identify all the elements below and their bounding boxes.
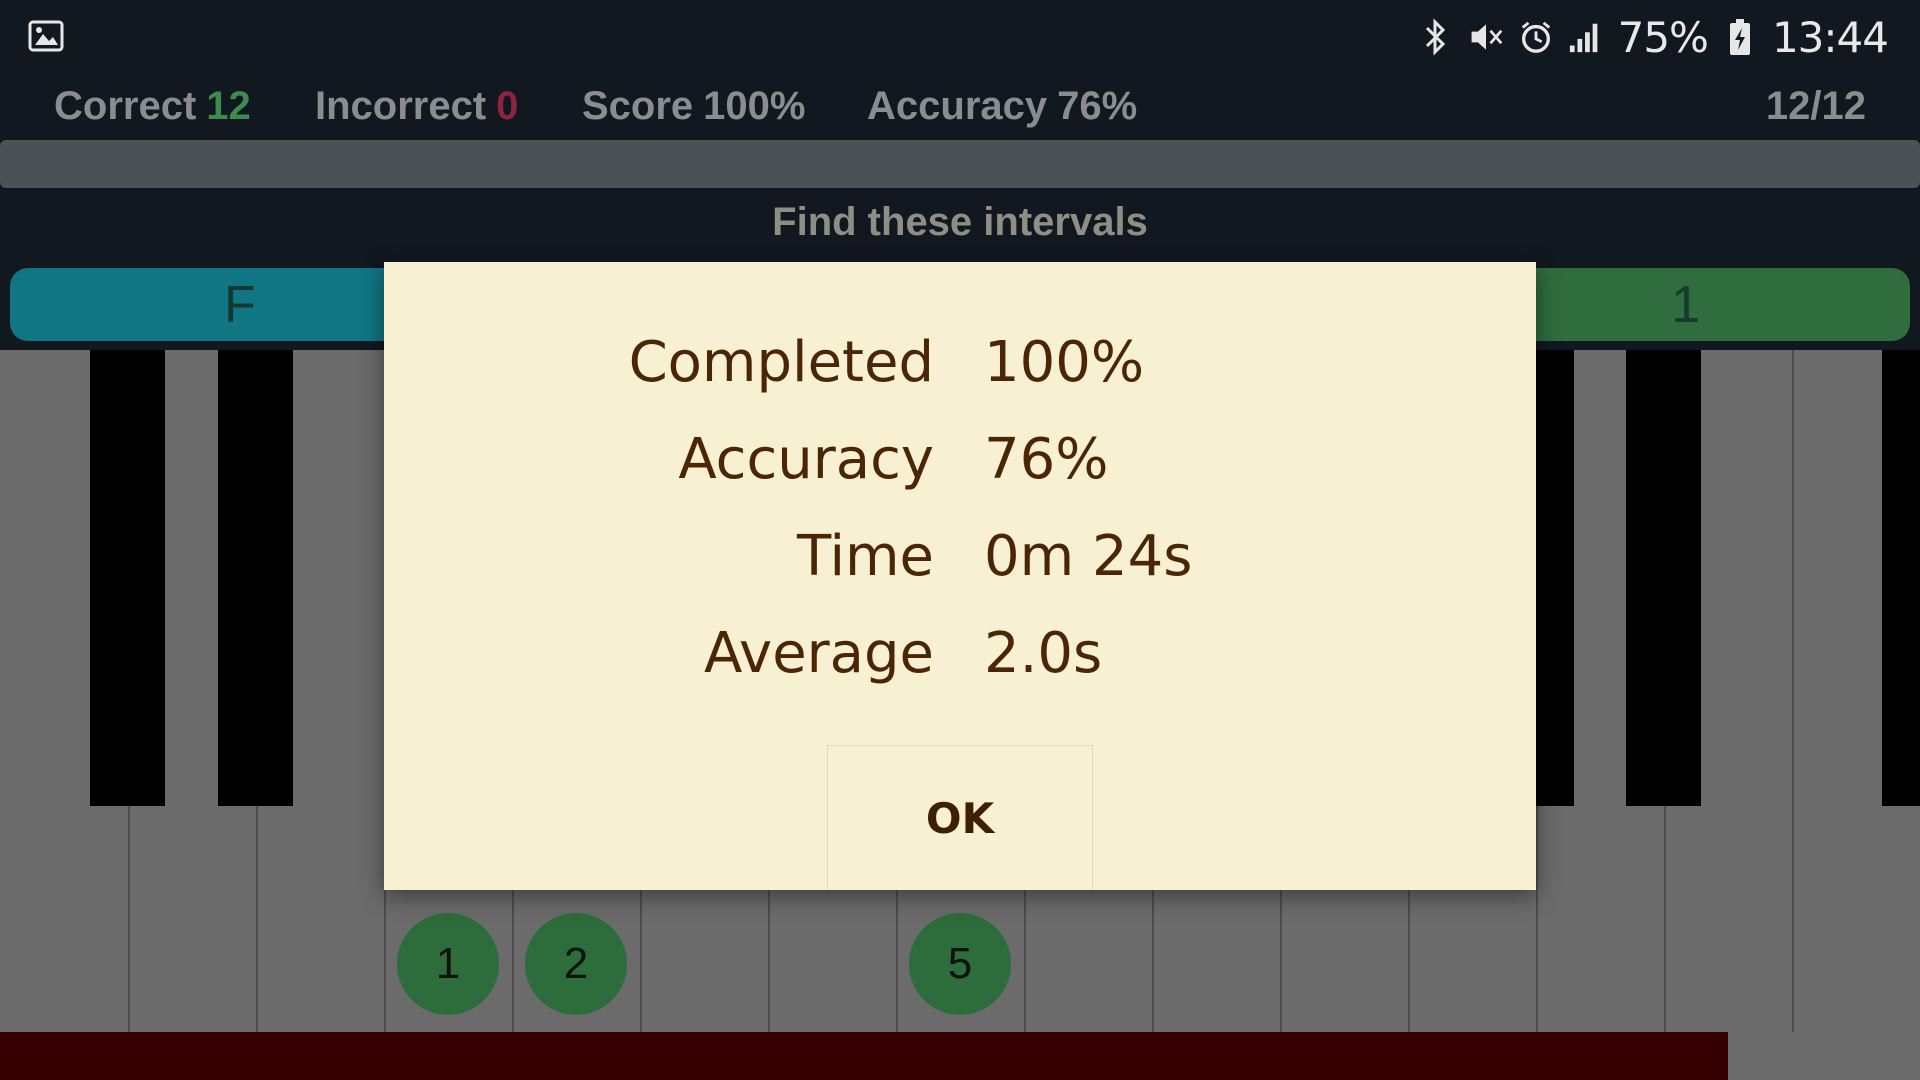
bottom-progress-bar xyxy=(0,1032,1920,1080)
interval-label: 1 xyxy=(1671,275,1700,334)
clock-time: 13:44 xyxy=(1771,12,1889,62)
status-right-group: 75% 13:44 xyxy=(1418,12,1889,62)
average-label: Average xyxy=(704,621,934,686)
results-dialog: Completed 100% Accuracy 76% Time 0m 24s … xyxy=(384,262,1536,890)
stats-row: Correct 12 Incorrect 0 Score 100% Accuracy 7… xyxy=(0,78,1920,140)
correct-label: Correct xyxy=(54,84,197,128)
time-value: 0m 24s xyxy=(984,524,1193,589)
average-row: Average 2.0s xyxy=(384,621,1536,701)
accuracy-row-value: 76% xyxy=(984,427,1109,492)
key-marker: 5 xyxy=(909,913,1011,1015)
completed-label: Completed xyxy=(628,330,934,395)
battery-icon xyxy=(1722,17,1758,57)
correct-stat: Correct 12 xyxy=(54,84,251,129)
incorrect-label: Incorrect xyxy=(315,84,487,128)
key-marker: 2 xyxy=(525,913,627,1015)
completed-row: Completed 100% xyxy=(384,330,1536,410)
score-label: Score xyxy=(582,84,694,128)
black-key[interactable] xyxy=(218,350,293,806)
accuracy-value: 76% xyxy=(1057,84,1138,128)
key-marker: 1 xyxy=(397,913,499,1015)
completed-value: 100% xyxy=(984,330,1145,395)
black-key[interactable] xyxy=(1882,350,1920,806)
battery-percent: 75% xyxy=(1617,12,1709,62)
accuracy-row: Accuracy 76% xyxy=(384,427,1536,507)
incorrect-stat: Incorrect 0 xyxy=(315,84,518,129)
black-key[interactable] xyxy=(1534,350,1574,806)
gallery-icon xyxy=(28,18,64,54)
black-key[interactable] xyxy=(90,350,165,806)
app-root: 75% 13:44 Correct 12 Incorrect 0 Score 100%… xyxy=(0,0,1920,1080)
prompt-text: Find these intervals xyxy=(772,200,1148,244)
incorrect-value: 0 xyxy=(496,84,519,128)
accuracy-label: Accuracy xyxy=(867,84,1048,128)
signal-icon xyxy=(1568,17,1604,57)
score-stat: Score 100% xyxy=(582,84,805,129)
status-bar: 75% 13:44 xyxy=(0,0,1920,75)
root-note-label: F xyxy=(224,275,256,334)
time-row: Time 0m 24s xyxy=(384,524,1536,604)
bottom-progress-fill xyxy=(0,1032,1728,1080)
average-value: 2.0s xyxy=(984,621,1103,686)
correct-value: 12 xyxy=(206,84,251,128)
black-key[interactable] xyxy=(1626,350,1701,806)
ok-button[interactable]: OK xyxy=(827,745,1093,890)
mute-icon xyxy=(1468,17,1504,57)
score-value: 100% xyxy=(703,84,806,128)
key-marker-label: 2 xyxy=(563,939,589,988)
alarm-icon xyxy=(1518,17,1554,57)
progress-count: 12/12 xyxy=(1765,84,1866,128)
key-marker-label: 5 xyxy=(947,939,973,988)
bluetooth-icon xyxy=(1418,17,1454,57)
accuracy-stat: Accuracy 76% xyxy=(867,84,1137,129)
key-marker-label: 1 xyxy=(435,939,461,988)
time-label: Time xyxy=(796,524,934,589)
top-progress-bar xyxy=(0,140,1920,188)
accuracy-row-label: Accuracy xyxy=(678,427,934,492)
